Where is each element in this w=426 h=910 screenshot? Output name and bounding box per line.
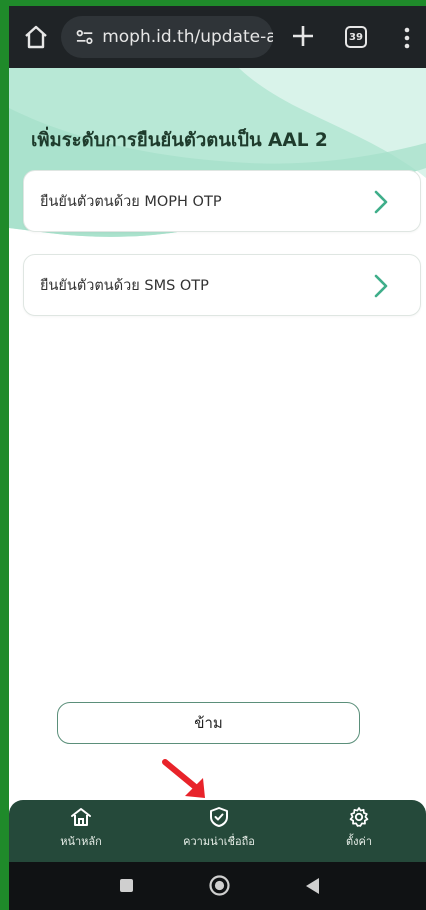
bottom-navigation: หน้าหลัก ความน่าเชื่อถือ ตั้งค่า: [9, 800, 426, 862]
home-icon: [71, 808, 91, 826]
page-content: เพิ่มระดับการยืนยันตัวตนเป็น AAL 2 ยืนยั…: [9, 68, 426, 800]
moph-otp-option[interactable]: ยืนยันตัวตนด้วย MOPH OTP: [23, 170, 421, 232]
new-tab-icon[interactable]: [291, 24, 315, 48]
skip-label: ข้าม: [194, 714, 223, 732]
nav-item-settings[interactable]: ตั้งค่า: [331, 806, 387, 850]
phone-screen: moph.id.th/update-aal 39 เพิ่มระดับการยื…: [9, 6, 426, 910]
chevron-right-icon: [374, 274, 388, 298]
nav-label: ตั้งค่า: [345, 835, 373, 848]
address-bar[interactable]: moph.id.th/update-aal: [61, 16, 273, 58]
tab-count: 39: [349, 31, 363, 43]
shield-check-icon: [210, 807, 228, 827]
tab-switcher-icon[interactable]: 39: [345, 26, 367, 48]
page-title: เพิ่มระดับการยืนยันตัวตนเป็น AAL 2: [31, 130, 328, 151]
more-menu-icon[interactable]: [403, 26, 411, 50]
nav-label: ความน่าเชื่อถือ: [183, 835, 255, 848]
sms-otp-option[interactable]: ยืนยันตัวตนด้วย SMS OTP: [23, 254, 421, 316]
chevron-right-icon: [374, 190, 388, 214]
home-button-icon[interactable]: [209, 875, 230, 896]
nav-item-home[interactable]: หน้าหลัก: [53, 806, 109, 850]
home-icon[interactable]: [23, 24, 49, 50]
option-label: ยืนยันตัวตนด้วย SMS OTP: [40, 277, 209, 294]
site-settings-icon[interactable]: [75, 27, 94, 47]
url-text[interactable]: moph.id.th/update-aal: [102, 27, 273, 47]
nav-item-trust[interactable]: ความน่าเชื่อถือ: [169, 806, 269, 850]
back-icon[interactable]: [304, 877, 320, 895]
nav-label: หน้าหลัก: [60, 835, 102, 848]
annotation-arrow-icon: [162, 759, 205, 798]
recent-apps-icon[interactable]: [120, 879, 133, 892]
gear-icon: [349, 807, 369, 827]
system-navigation-bar: [9, 862, 426, 910]
skip-button[interactable]: ข้าม: [57, 702, 360, 744]
option-label: ยืนยันตัวตนด้วย MOPH OTP: [40, 193, 222, 210]
browser-toolbar: moph.id.th/update-aal 39: [9, 6, 426, 68]
